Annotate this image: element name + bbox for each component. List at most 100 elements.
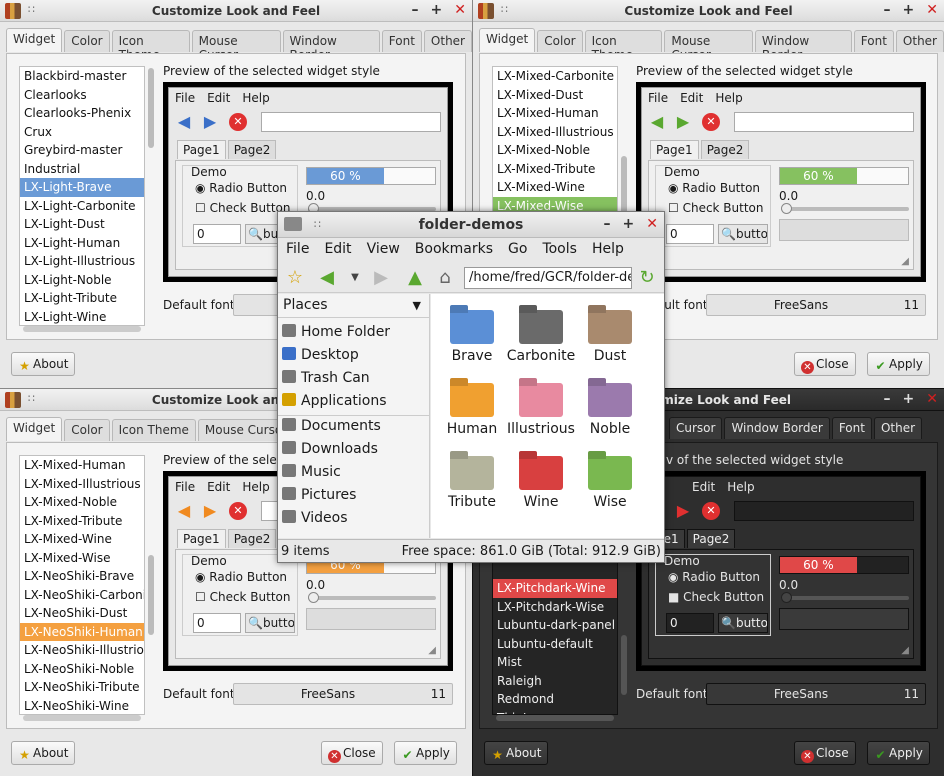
vertical-scrollbar[interactable] <box>147 455 155 715</box>
list-item[interactable]: Lubuntu-default <box>493 635 617 654</box>
list-item[interactable]: LX-Mixed-Tribute <box>493 160 617 179</box>
menu-file[interactable]: File <box>286 241 309 259</box>
preview-tab-page2[interactable]: Page2 <box>227 140 277 159</box>
tab-color[interactable]: Color <box>64 419 110 441</box>
spin-box[interactable]: 0 <box>666 613 714 633</box>
list-item[interactable]: LX-Light-Illustrious <box>20 252 144 271</box>
sidebar-item-home[interactable]: Home Folder <box>282 324 390 340</box>
preview-menu-edit[interactable]: Edit <box>692 480 715 494</box>
tab-mouse-cursor[interactable]: Cursor <box>669 417 723 439</box>
up-arrow-icon[interactable]: ▲ <box>404 268 426 288</box>
list-item[interactable]: LX-NeoShiki-Noble <box>20 660 144 679</box>
preview-button[interactable]: 🔍button <box>245 613 295 633</box>
tab-window-border[interactable]: Window Border <box>724 417 830 439</box>
titlebar[interactable]: ∷ Customize Look and Feel – + ✕ <box>473 0 944 22</box>
back-arrow-icon[interactable]: ◀ <box>175 502 193 520</box>
tab-other[interactable]: Other <box>873 417 923 439</box>
tab-icon-theme[interactable]: Icon Theme <box>111 419 196 441</box>
list-item[interactable]: LX-NeoShiki-Dust <box>20 604 144 623</box>
list-item[interactable]: LX-Mixed-Human <box>493 104 617 123</box>
list-item[interactable]: LX-Mixed-Human <box>20 456 144 475</box>
list-item[interactable]: LX-NeoShiki-Brave <box>20 567 144 586</box>
tab-other[interactable]: Other <box>895 30 944 52</box>
preview-menu-file[interactable]: File <box>175 91 195 105</box>
combo-box[interactable] <box>306 608 436 630</box>
tab-icon-theme[interactable]: Icon Theme <box>111 30 190 62</box>
go-icon[interactable]: ↻ <box>636 268 658 288</box>
tab-font[interactable]: Font <box>831 417 872 439</box>
list-item[interactable]: LX-Mixed-Wine <box>493 178 617 197</box>
menu-go[interactable]: Go <box>508 241 527 259</box>
list-item[interactable]: LX-Mixed-Noble <box>20 493 144 512</box>
list-item[interactable]: LX-NeoShiki-Illustrious <box>20 641 144 660</box>
slider[interactable] <box>781 592 909 603</box>
minimize-button[interactable]: – <box>604 216 611 232</box>
spin-box[interactable]: 0 <box>666 224 714 244</box>
list-item[interactable]: LX-Mixed-Noble <box>493 141 617 160</box>
preview-tab-page2[interactable]: Page2 <box>700 140 750 159</box>
fm-titlebar[interactable]: ∷ folder-demos – + ✕ <box>278 212 664 238</box>
stop-icon[interactable]: ✕ <box>702 113 720 131</box>
spin-box[interactable]: 0 <box>193 613 241 633</box>
preview-menu-help[interactable]: Help <box>242 91 269 105</box>
menu-edit[interactable]: Edit <box>324 241 351 259</box>
about-button[interactable]: ★ About <box>11 741 76 765</box>
list-item[interactable]: LX-NeoShiki-Wine <box>20 697 144 715</box>
folder-item[interactable]: Wine <box>506 456 576 510</box>
minimize-button[interactable]: – <box>884 391 891 407</box>
radio-button[interactable]: ◉ Radio Button <box>668 181 760 195</box>
stop-icon[interactable]: ✕ <box>229 113 247 131</box>
preview-menu-edit[interactable]: Edit <box>207 91 230 105</box>
preview-tab-page1[interactable]: Page1 <box>177 529 226 548</box>
list-item[interactable]: LX-Light-Wine <box>20 308 144 326</box>
list-item[interactable]: LX-Mixed-Illustrious <box>20 475 144 494</box>
combo-box[interactable] <box>779 608 909 630</box>
list-item[interactable]: LX-NeoShiki-Carbonite <box>20 586 144 605</box>
forward-arrow-icon[interactable]: ▶ <box>201 502 219 520</box>
maximize-button[interactable]: + <box>431 2 443 18</box>
preview-menu-file[interactable]: File <box>648 91 668 105</box>
tab-icon-theme[interactable]: Icon Theme <box>584 30 663 62</box>
list-item[interactable]: Mist <box>493 653 617 672</box>
close-button[interactable]: ✕ Close <box>794 741 856 765</box>
horizontal-scrollbar[interactable] <box>23 326 141 332</box>
slider[interactable] <box>308 592 436 603</box>
home-icon[interactable]: ⌂ <box>434 268 456 288</box>
maximize-button[interactable]: + <box>903 391 915 407</box>
preview-menu-file[interactable]: File <box>175 480 195 494</box>
about-button[interactable]: ★ About <box>484 741 549 765</box>
tab-widget[interactable]: Widget <box>479 28 536 52</box>
list-item[interactable]: LX-Light-Tribute <box>20 289 144 308</box>
list-item[interactable]: LX-NeoShiki-Human <box>20 622 144 641</box>
new-tab-icon[interactable]: ☆ <box>284 268 306 288</box>
sidebar-item-applications[interactable]: Applications <box>282 393 387 409</box>
list-item[interactable]: LX-Light-Human <box>20 234 144 253</box>
titlebar[interactable]: ∷ Customize Look and Feel – + ✕ <box>0 0 472 22</box>
back-arrow-icon[interactable]: ◀ <box>316 268 338 288</box>
minimize-button[interactable]: – <box>884 2 891 18</box>
menu-tools[interactable]: Tools <box>542 241 577 259</box>
check-button[interactable]: ■ Check Button <box>668 590 764 604</box>
preview-tab-page1[interactable]: Page1 <box>177 140 226 159</box>
forward-arrow-icon[interactable]: ▶ <box>201 113 219 131</box>
list-item[interactable]: LX-Light-Brave <box>20 178 144 197</box>
sidebar-item-downloads[interactable]: Downloads <box>282 441 378 457</box>
preview-menu-help[interactable]: Help <box>727 480 754 494</box>
folder-item[interactable]: Dust <box>575 310 645 364</box>
list-item[interactable]: Redmond <box>493 690 617 709</box>
tab-font[interactable]: Font <box>381 30 422 52</box>
folder-item[interactable]: Carbonite <box>506 310 576 364</box>
list-item[interactable]: LX-Pitchdark-Wise <box>493 598 617 617</box>
preview-button[interactable]: 🔍button <box>718 224 768 244</box>
list-item[interactable]: Blackbird-master <box>20 67 144 86</box>
list-item[interactable]: LX-Mixed-Illustrious <box>493 123 617 142</box>
sidebar-item-documents[interactable]: Documents <box>282 418 381 434</box>
vertical-scrollbar[interactable] <box>147 66 155 326</box>
apply-button[interactable]: ✔ Apply <box>867 352 930 376</box>
preview-entry[interactable] <box>734 501 914 521</box>
font-button[interactable]: FreeSans11 <box>706 683 926 705</box>
list-item[interactable]: LX-Mixed-Wise <box>20 549 144 568</box>
tab-widget[interactable]: Widget <box>6 28 63 52</box>
about-button[interactable]: ★ About <box>11 352 76 376</box>
close-button[interactable]: ✕ Close <box>794 352 856 376</box>
